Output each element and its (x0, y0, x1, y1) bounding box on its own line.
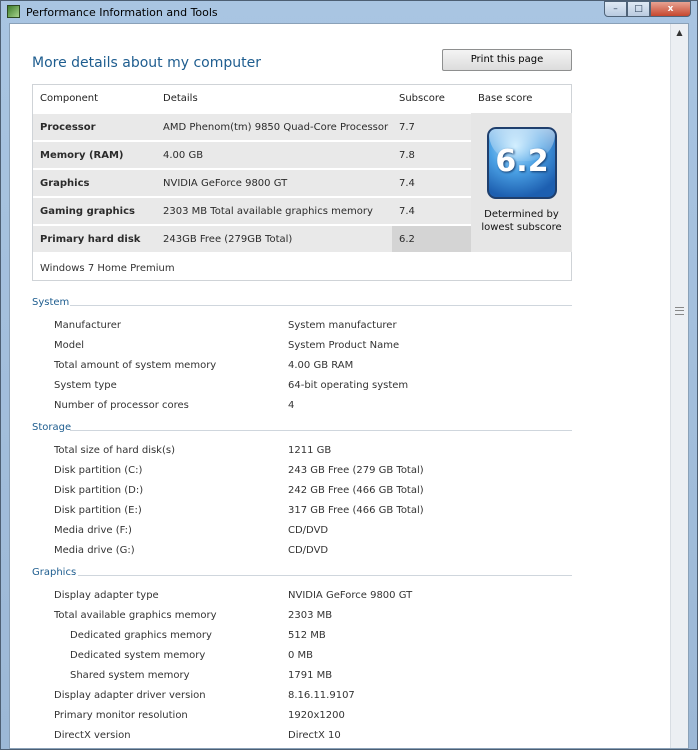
base-caption-line-1: Determined by (484, 209, 559, 220)
base-caption-line-2: lowest subscore (481, 222, 562, 233)
component-details: AMD Phenom(tm) 9850 Quad-Core Processor (163, 122, 389, 133)
header-details: Details (163, 93, 198, 104)
component-subscore: 7.4 (399, 206, 415, 217)
property-value: 243 GB Free (279 GB Total) (288, 465, 424, 476)
maximize-button[interactable]: □ (627, 1, 650, 17)
property-value: 1211 GB (288, 445, 332, 456)
property-label: Media drive (F:) (54, 525, 132, 536)
component-details: 243GB Free (279GB Total) (163, 234, 293, 245)
windows-edition: Windows 7 Home Premium (40, 263, 175, 274)
component-name: Processor (40, 122, 96, 133)
title-bar[interactable]: Performance Information and Tools – □ x (1, 1, 697, 23)
component-details: 2303 MB Total available graphics memory (163, 206, 373, 217)
header-component: Component (40, 93, 99, 104)
property-value: 317 GB Free (466 GB Total) (288, 505, 424, 516)
property-label: Total available graphics memory (54, 610, 217, 621)
app-window: Performance Information and Tools – □ x … (0, 0, 698, 750)
property-value: 512 MB (288, 630, 326, 641)
component-name: Memory (RAM) (40, 150, 124, 161)
vertical-scrollbar[interactable]: ▲ (670, 24, 688, 748)
property-label: Model (54, 340, 85, 351)
component-subscore: 7.7 (399, 122, 415, 133)
table-row: Memory (RAM) 4.00 GB 7.8 (33, 141, 471, 168)
content-area: ▲ More details about my computer Print t… (9, 23, 689, 749)
scroll-up-arrow-icon[interactable]: ▲ (672, 24, 687, 41)
storage-section-title: Storage (32, 422, 72, 433)
property-value: 4.00 GB RAM (288, 360, 354, 371)
property-value: DirectX 10 (288, 730, 341, 741)
graphics-section-title: Graphics (32, 567, 77, 578)
property-label: Dedicated system memory (70, 650, 206, 661)
property-value: System manufacturer (288, 320, 397, 331)
property-value: 4 (288, 400, 295, 411)
component-details: NVIDIA GeForce 9800 GT (163, 178, 288, 189)
header-base-score: Base score (478, 93, 533, 104)
property-value: 0 MB (288, 650, 314, 661)
table-row: Gaming graphics 2303 MB Total available … (33, 197, 471, 224)
window-title: Performance Information and Tools (26, 6, 218, 19)
property-value: 242 GB Free (466 GB Total) (288, 485, 424, 496)
base-score-badge-icon: 6.2 (487, 127, 557, 199)
property-value: 1791 MB (288, 670, 333, 681)
section-divider (78, 575, 572, 576)
property-label: Primary monitor resolution (54, 710, 188, 721)
section-divider (70, 430, 572, 431)
scrollbar-thumb-grip-icon[interactable] (675, 307, 684, 315)
property-label: Disk partition (E:) (54, 505, 142, 516)
property-value: 8.16.11.9107 (288, 690, 355, 701)
property-label: Dedicated graphics memory (70, 630, 212, 641)
property-label: Disk partition (C:) (54, 465, 143, 476)
property-label: System type (54, 380, 117, 391)
component-name: Primary hard disk (40, 234, 141, 245)
property-value: NVIDIA GeForce 9800 GT (288, 590, 413, 601)
page-title: More details about my computer (32, 55, 261, 71)
score-table: Component Details Subscore Base score Pr… (32, 84, 572, 281)
property-value: CD/DVD (288, 525, 329, 536)
minimize-button[interactable]: – (604, 1, 627, 17)
base-score-panel: 6.2 Determined by lowest subscore (471, 113, 572, 252)
property-value: 64-bit operating system (288, 380, 409, 391)
component-name: Gaming graphics (40, 206, 135, 217)
table-row: Graphics NVIDIA GeForce 9800 GT 7.4 (33, 169, 471, 196)
component-subscore: 7.8 (399, 150, 415, 161)
property-label: Display adapter driver version (54, 690, 206, 701)
header-subscore: Subscore (399, 93, 445, 104)
property-label: Total amount of system memory (54, 360, 217, 371)
property-label: Media drive (G:) (54, 545, 135, 556)
close-button[interactable]: x (650, 1, 691, 17)
section-divider (70, 305, 572, 306)
property-label: Display adapter type (54, 590, 159, 601)
property-label: Number of processor cores (54, 400, 189, 411)
base-score-value: 6.2 (495, 144, 549, 179)
property-label: Disk partition (D:) (54, 485, 144, 496)
window-controls: – □ x (604, 1, 691, 18)
base-score-caption: Determined by lowest subscore (471, 208, 572, 234)
property-label: DirectX version (54, 730, 131, 741)
property-value: CD/DVD (288, 545, 329, 556)
property-value: System Product Name (288, 340, 400, 351)
property-label: Shared system memory (70, 670, 190, 681)
performance-app-icon (7, 5, 20, 18)
component-subscore: 6.2 (399, 234, 415, 245)
table-row: Processor AMD Phenom(tm) 9850 Quad-Core … (33, 113, 471, 140)
system-section-title: System (32, 297, 70, 308)
component-details: 4.00 GB (163, 150, 204, 161)
property-value: 2303 MB (288, 610, 333, 621)
property-label: Total size of hard disk(s) (54, 445, 175, 456)
property-label: Manufacturer (54, 320, 121, 331)
component-name: Graphics (40, 178, 90, 189)
table-row: Primary hard disk 243GB Free (279GB Tota… (33, 225, 471, 252)
component-subscore: 7.4 (399, 178, 415, 189)
print-page-button[interactable]: Print this page (442, 49, 572, 71)
property-value: 1920x1200 (288, 710, 345, 721)
